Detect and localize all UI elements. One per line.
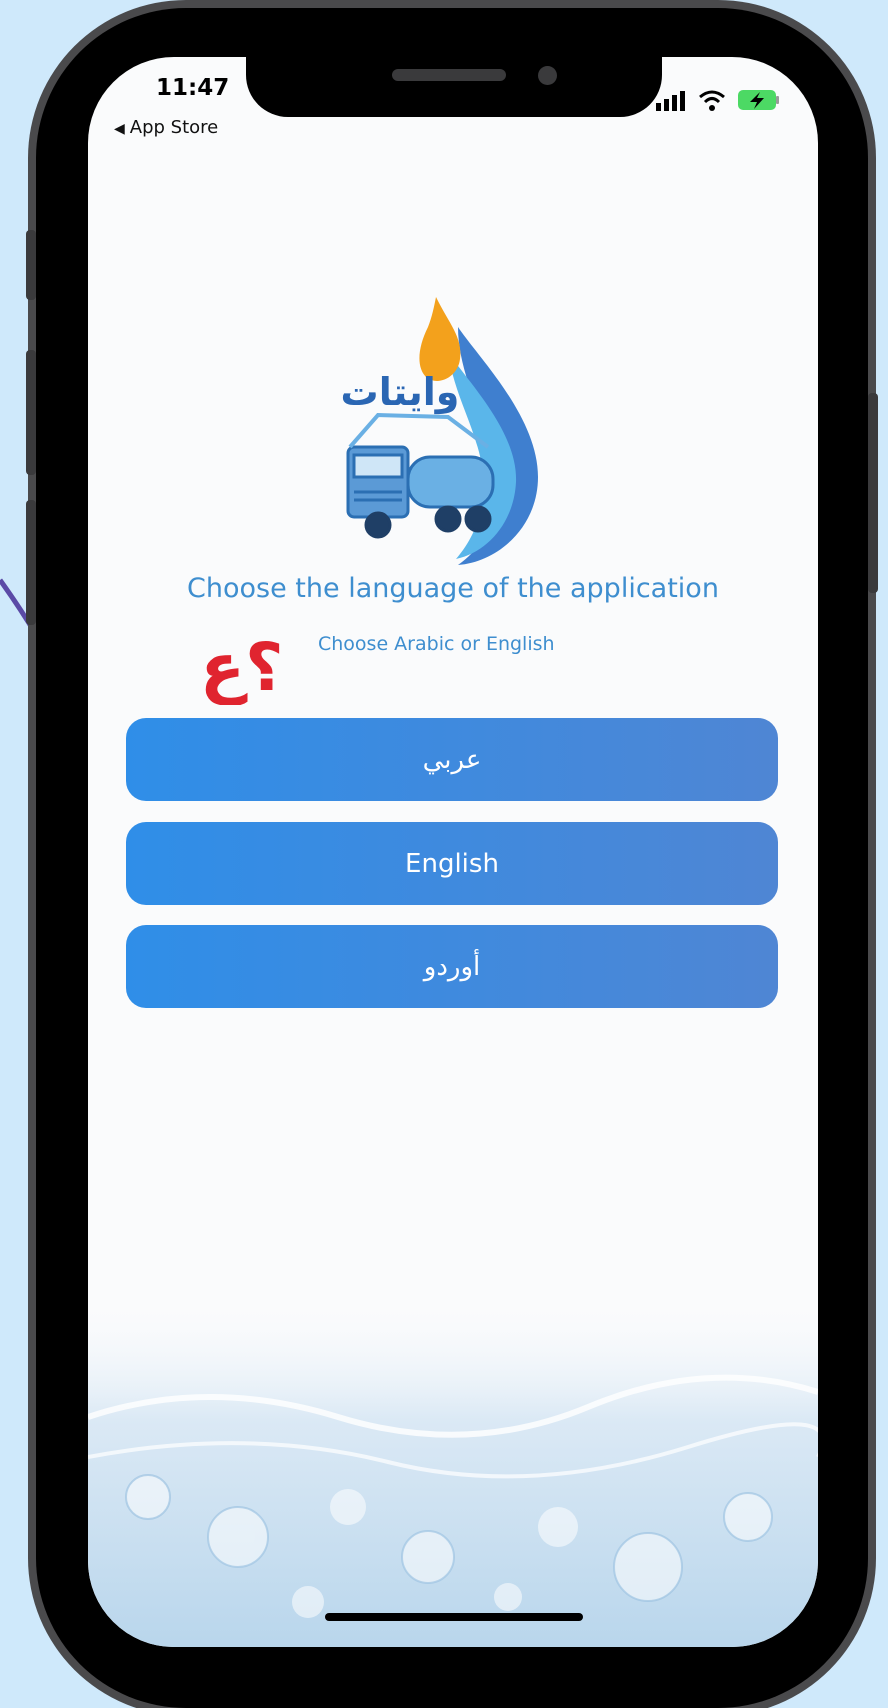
wifi-icon [699, 90, 725, 111]
signal-icon [656, 91, 685, 111]
volume-down-button [26, 500, 36, 625]
brand-logo-text: وايتات [341, 370, 460, 415]
page-subtitle: Choose Arabic or English [318, 633, 555, 655]
back-arrow-icon: ◀ [114, 121, 125, 137]
power-button [868, 393, 878, 593]
notch [246, 57, 662, 117]
app-logo: وايتات [341, 297, 538, 565]
speaker [392, 69, 506, 81]
app-screen: 11:47 ◀ App Store وايتات Choose the lang… [88, 57, 818, 1647]
back-label: App Store [129, 117, 219, 138]
arabic-language-button[interactable]: عربي [126, 718, 778, 801]
english-language-button[interactable]: English [126, 822, 778, 905]
camera [538, 66, 557, 85]
status-time: 11:47 [156, 75, 230, 101]
urdu-language-button[interactable]: أوردو [126, 925, 778, 1008]
battery-charging-icon [738, 90, 779, 110]
volume-up-button [26, 350, 36, 475]
status-icons [656, 89, 780, 111]
water-background [88, 1297, 818, 1647]
annotation-mark-text: ؟ع [200, 629, 283, 705]
page-title: Choose the language of the application [187, 573, 719, 604]
mute-switch [26, 230, 36, 300]
home-indicator[interactable] [325, 1613, 583, 1621]
back-to-app-store[interactable]: ◀ App Store [114, 117, 218, 138]
annotation-mark: ؟ع [200, 629, 283, 705]
truck-icon [346, 412, 495, 539]
